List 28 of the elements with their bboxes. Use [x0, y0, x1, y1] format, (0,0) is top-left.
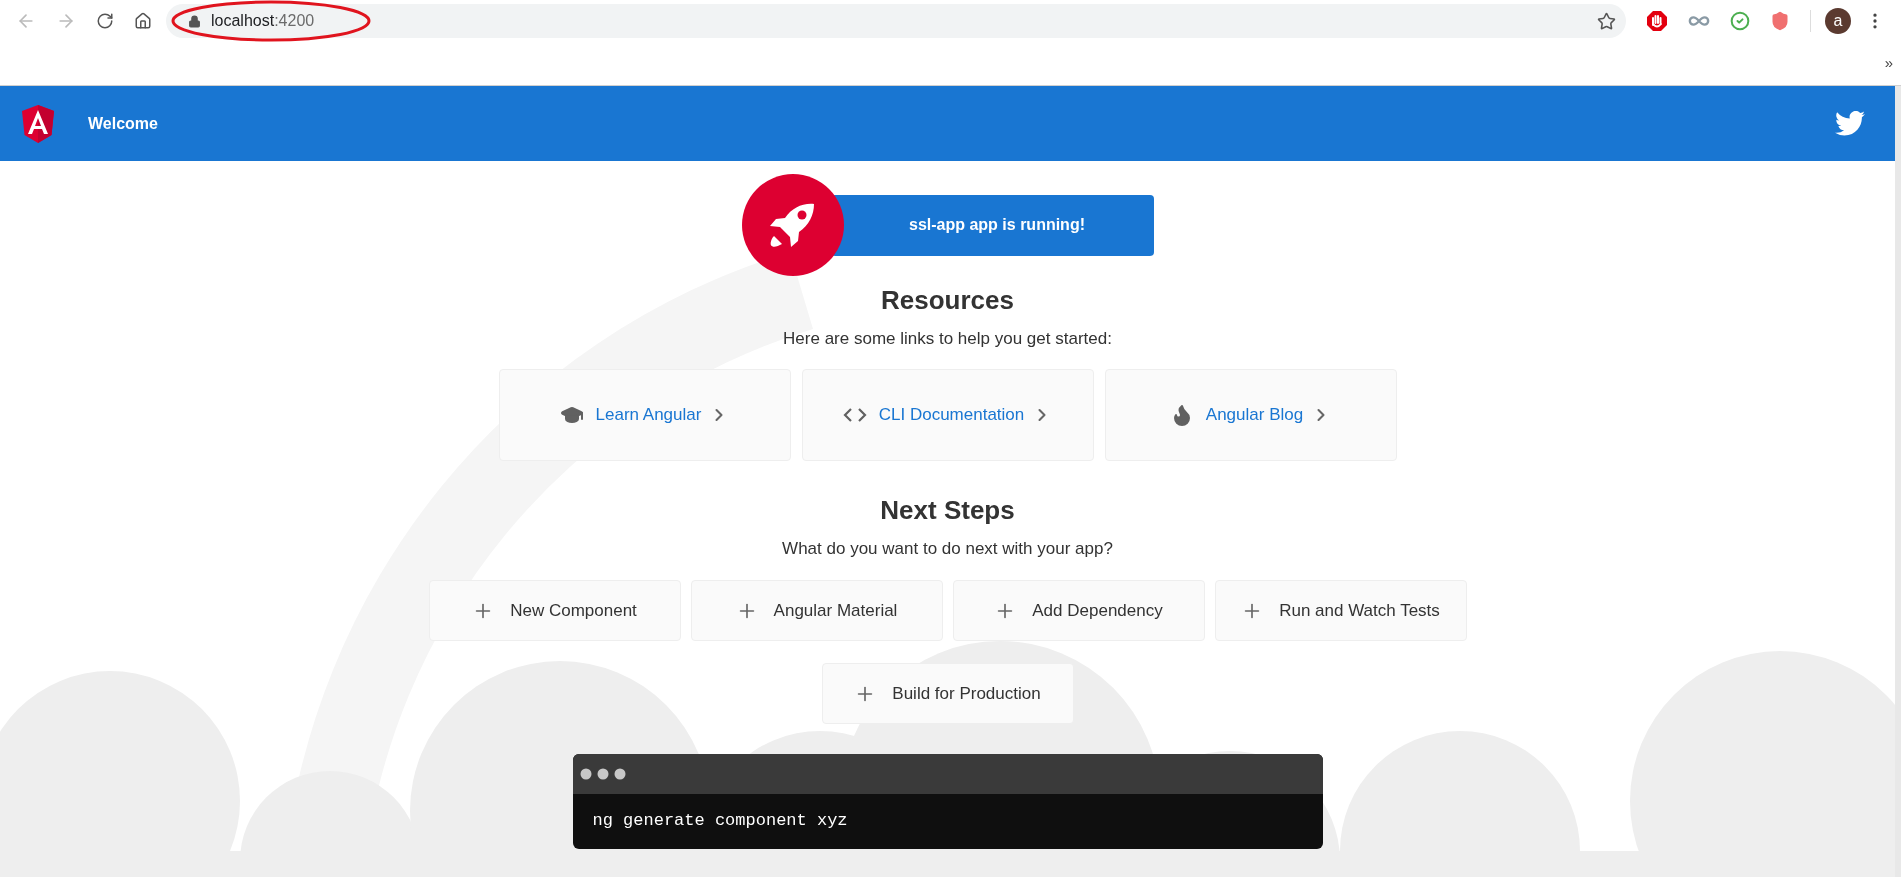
lock-icon: [188, 14, 201, 28]
resource-card[interactable]: Learn Angular: [498, 369, 791, 461]
profile-avatar[interactable]: a: [1825, 8, 1851, 34]
section-title: Next Steps: [880, 494, 1015, 527]
shield-icon[interactable]: [1770, 11, 1790, 31]
shield-logo-icon: [22, 104, 54, 143]
url-text: localhost:4200: [211, 11, 315, 31]
section-subtitle: What do you want to do next with your app?: [782, 538, 1113, 560]
home-icon[interactable]: [134, 12, 152, 30]
section-subtitle: Here are some links to help you get started:: [783, 328, 1112, 350]
action-card[interactable]: Run and Watch Tests: [1214, 580, 1467, 641]
resource-card[interactable]: Angular Blog: [1104, 369, 1397, 461]
bookmarks-overflow[interactable]: »: [1884, 52, 1893, 75]
reload-icon[interactable]: [96, 12, 114, 30]
resource-card[interactable]: CLI Documentation: [801, 369, 1094, 461]
window-dots-icon: [579, 768, 626, 780]
address-bar[interactable]: localhost:4200: [166, 4, 1626, 38]
star-icon[interactable]: [1597, 11, 1616, 31]
check-circle-icon[interactable]: [1730, 11, 1750, 31]
action-card[interactable]: Angular Material: [690, 580, 943, 641]
header-title: Welcome: [88, 113, 158, 134]
stop-hand-icon[interactable]: [1646, 10, 1668, 32]
action-card[interactable]: Build for Production: [821, 663, 1074, 724]
section-title: Resources: [881, 284, 1014, 317]
action-card[interactable]: Add Dependency: [952, 580, 1205, 641]
action-card[interactable]: New Component: [428, 580, 681, 641]
bird-icon[interactable]: [1835, 111, 1865, 136]
terminal-command: ng generate component xyz: [591, 810, 849, 832]
